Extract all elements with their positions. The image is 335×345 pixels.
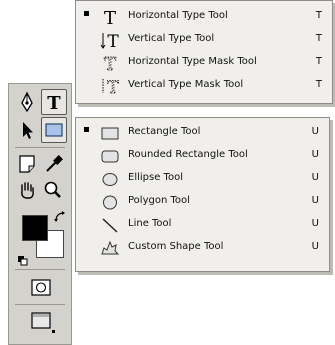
menu-item-vertical-type[interactable]: T Vertical Type Tool T <box>76 28 332 52</box>
menu-item-label: Rectangle Tool <box>128 126 201 137</box>
path-selection-icon[interactable] <box>15 118 39 142</box>
hand-icon[interactable] <box>15 178 39 202</box>
shortcut-key: U <box>311 195 319 206</box>
menu-item-line[interactable]: Line Tool U <box>76 213 329 236</box>
vertical-type-icon: T <box>99 30 121 52</box>
menu-item-vertical-type-mask[interactable]: T Vertical Type Mask Tool T <box>76 74 332 98</box>
line-icon <box>99 215 121 235</box>
shortcut-key: T <box>315 56 322 67</box>
menu-item-label: Vertical Type Tool <box>128 33 215 44</box>
notes-icon[interactable] <box>15 152 39 176</box>
svg-text:T: T <box>107 78 119 96</box>
separator <box>15 269 65 270</box>
rectangle-icon <box>99 123 121 143</box>
type-icon[interactable]: T <box>41 89 67 115</box>
shortcut-key: T <box>315 79 322 90</box>
shortcut-key: U <box>311 218 319 229</box>
horizontal-type-icon: T <box>99 7 121 29</box>
menu-item-label: Horizontal Type Tool <box>128 10 228 21</box>
menu-item-rectangle[interactable]: Rectangle Tool U <box>76 121 329 144</box>
svg-text:T: T <box>107 32 119 50</box>
menu-item-custom-shape[interactable]: Custom Shape Tool U <box>76 236 329 259</box>
shape-tool-flyout: Rectangle Tool U Rounded Rectangle Tool … <box>75 117 330 272</box>
separator <box>15 304 65 305</box>
polygon-icon <box>99 192 121 212</box>
zoom-icon[interactable] <box>41 178 65 202</box>
type-tool-flyout: T Horizontal Type Tool T T Vertical Type… <box>75 0 333 104</box>
eyedropper-icon[interactable] <box>41 152 65 176</box>
menu-item-horizontal-type[interactable]: T Horizontal Type Tool T <box>76 5 332 29</box>
selected-bullet <box>84 11 89 16</box>
vertical-type-mask-icon: T <box>99 76 121 98</box>
shortcut-key: T <box>315 10 322 21</box>
menu-item-label: Vertical Type Mask Tool <box>128 79 244 90</box>
menu-item-label: Horizontal Type Mask Tool <box>128 56 257 67</box>
shortcut-key: T <box>315 33 322 44</box>
menu-item-ellipse[interactable]: Ellipse Tool U <box>76 167 329 190</box>
svg-text:T: T <box>104 8 116 27</box>
menu-item-label: Line Tool <box>128 218 172 229</box>
svg-text:T: T <box>104 54 116 73</box>
menu-item-label: Polygon Tool <box>128 195 190 206</box>
horizontal-type-mask-icon: T <box>99 53 121 76</box>
tools-panel: T <box>8 83 72 345</box>
svg-text:T: T <box>47 93 61 114</box>
shortcut-key: U <box>311 126 319 137</box>
menu-item-label: Custom Shape Tool <box>128 241 224 252</box>
default-colors-icon[interactable] <box>18 251 28 266</box>
ellipse-icon <box>99 169 121 189</box>
shortcut-key: U <box>311 241 319 252</box>
separator <box>15 147 65 148</box>
menu-item-polygon[interactable]: Polygon Tool U <box>76 190 329 213</box>
selected-bullet <box>84 127 89 132</box>
menu-item-label: Ellipse Tool <box>128 172 183 183</box>
screen-mode-icon[interactable] <box>29 310 57 336</box>
menu-item-horizontal-type-mask[interactable]: T Horizontal Type Mask Tool T <box>76 51 332 76</box>
pen-icon[interactable] <box>15 90 39 114</box>
rounded-rectangle-icon <box>99 146 121 166</box>
rectangle-shape-icon[interactable] <box>41 117 67 143</box>
quick-mask-icon[interactable] <box>29 277 53 299</box>
menu-item-label: Rounded Rectangle Tool <box>128 149 248 160</box>
menu-item-rounded-rectangle[interactable]: Rounded Rectangle Tool U <box>76 144 329 167</box>
shortcut-key: U <box>311 149 319 160</box>
swap-colors-icon[interactable] <box>53 209 67 223</box>
shortcut-key: U <box>311 172 319 183</box>
custom-shape-icon <box>99 238 121 258</box>
foreground-color-swatch[interactable] <box>22 215 48 241</box>
